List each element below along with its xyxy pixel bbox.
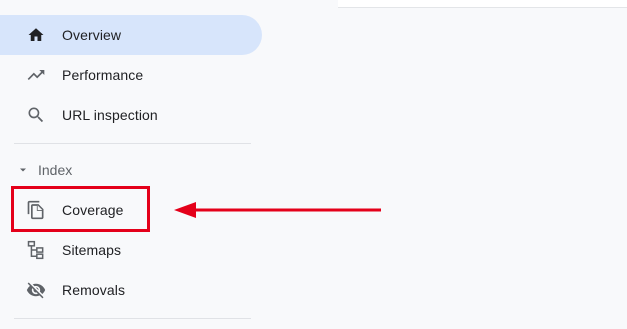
eye-off-icon bbox=[25, 279, 47, 301]
sidebar-item-label: Removals bbox=[62, 282, 126, 298]
sidebar-divider bbox=[14, 318, 251, 319]
copy-pages-icon bbox=[25, 199, 47, 221]
sidebar-item-sitemaps[interactable]: Sitemaps bbox=[0, 230, 262, 270]
sidebar-item-label: Coverage bbox=[62, 202, 124, 218]
sidebar-item-label: Overview bbox=[62, 27, 122, 43]
sidebar-item-label: Performance bbox=[62, 67, 144, 83]
sidebar-item-overview[interactable]: Overview bbox=[0, 15, 262, 55]
sidebar-item-label: URL inspection bbox=[62, 107, 158, 123]
sidebar-item-label: Sitemaps bbox=[62, 242, 122, 258]
home-icon bbox=[25, 24, 47, 46]
sidebar-divider bbox=[14, 143, 251, 144]
trending-up-icon bbox=[25, 64, 47, 86]
caret-down-icon bbox=[16, 163, 30, 177]
sidebar-item-coverage[interactable]: Coverage bbox=[0, 190, 262, 230]
sidebar-section-label: Index bbox=[38, 162, 73, 178]
sidebar-item-performance[interactable]: Performance bbox=[0, 55, 262, 95]
main-content-top-edge bbox=[338, 0, 627, 8]
search-icon bbox=[25, 104, 47, 126]
sidebar-item-url-inspection[interactable]: URL inspection bbox=[0, 95, 262, 135]
search-console-sidebar-screenshot: Overview Performance URL inspection Inde… bbox=[0, 0, 627, 329]
sitemap-icon bbox=[25, 239, 47, 261]
sidebar-section-index[interactable]: Index bbox=[0, 158, 262, 182]
sidebar-item-removals[interactable]: Removals bbox=[0, 270, 262, 310]
